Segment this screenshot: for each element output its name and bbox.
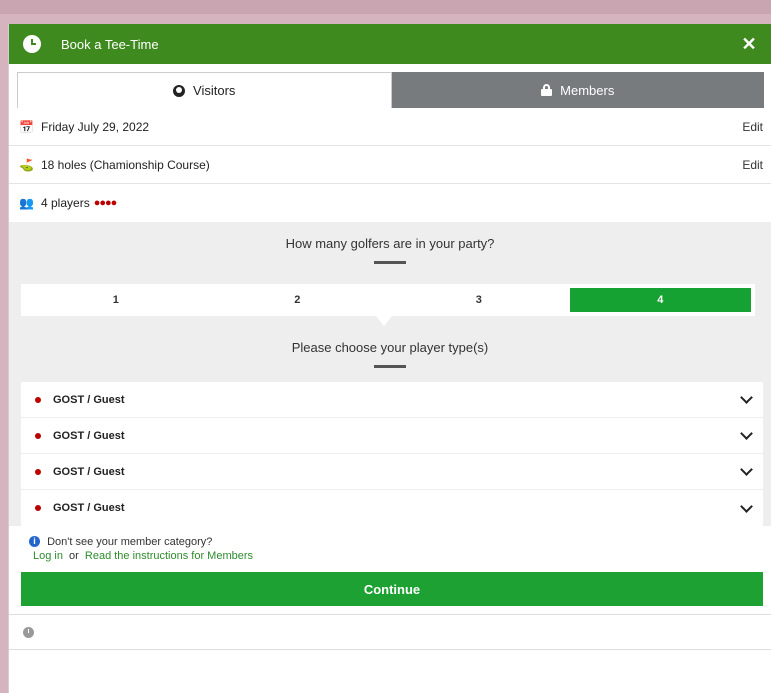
clock-icon: [23, 626, 34, 638]
tab-members-label: Members: [560, 82, 615, 98]
party-size-1[interactable]: 1: [25, 288, 207, 312]
chevron-down-icon: [740, 463, 753, 476]
calendar-icon: 📅: [19, 119, 34, 134]
player-type-value: GOST / Guest: [53, 465, 125, 478]
status-dot: [35, 468, 41, 475]
instructions-link[interactable]: Read the instructions for Members: [85, 550, 253, 562]
player-type-select-4[interactable]: GOST / Guest: [21, 490, 763, 526]
close-icon[interactable]: ✕: [739, 34, 759, 55]
booking-modal: Book a Tee-Time ✕ Visitors Members 📅 Fri…: [8, 24, 771, 693]
party-size-3[interactable]: 3: [388, 288, 570, 312]
pointer-notch: [376, 316, 392, 326]
background-strip: [0, 0, 771, 14]
party-size-4[interactable]: 4: [569, 288, 751, 312]
tab-visitors[interactable]: Visitors: [17, 72, 392, 108]
party-size-selector: 1 2 3 4: [21, 284, 755, 316]
member-help: i Don't see your member category? Log in…: [9, 526, 771, 562]
player-type-select-2[interactable]: GOST / Guest: [21, 418, 763, 454]
login-link[interactable]: Log in: [33, 550, 63, 562]
course-row: ⛳ 18 holes (Chamionship Course) Edit: [9, 146, 771, 184]
chevron-down-icon: [740, 427, 753, 440]
player-dots: ●●●●: [93, 197, 118, 209]
lock-icon: [541, 84, 553, 96]
chevron-down-icon: [740, 499, 753, 513]
booking-form: How many golfers are in your party? 1 2 …: [9, 222, 771, 526]
status-dot: [35, 505, 41, 511]
course-label: 18 holes (Chamionship Course): [41, 157, 210, 172]
user-circle-icon: [173, 84, 186, 97]
player-type-value: GOST / Guest: [53, 393, 125, 406]
party-question: How many golfers are in your party?: [285, 236, 495, 251]
tab-bar: Visitors Members: [17, 72, 764, 108]
player-type-prompt: Please choose your player type(s): [291, 340, 489, 355]
clock-icon: [23, 35, 41, 53]
player-type-select-1[interactable]: GOST / Guest: [21, 382, 763, 418]
footer-bar: [9, 614, 771, 650]
status-dot: [35, 396, 41, 403]
tab-visitors-label: Visitors: [193, 83, 236, 98]
divider: [374, 365, 406, 368]
edit-date-link[interactable]: Edit: [742, 120, 763, 134]
help-text: Don't see your member category?: [47, 536, 213, 548]
chevron-down-icon: [740, 391, 753, 404]
player-type-value: GOST / Guest: [53, 429, 125, 442]
player-type-select-3[interactable]: GOST / Guest: [21, 454, 763, 490]
players-row: 👥 4 players ●●●●: [9, 184, 771, 222]
edit-course-link[interactable]: Edit: [742, 158, 763, 172]
player-type-list: GOST / Guest GOST / Guest GOST / Guest G…: [21, 382, 763, 526]
date-row: 📅 Friday July 29, 2022 Edit: [9, 108, 771, 146]
continue-button[interactable]: Continue: [21, 572, 763, 606]
divider: [374, 261, 406, 264]
modal-header: Book a Tee-Time ✕: [9, 24, 771, 64]
date-label: Friday July 29, 2022: [41, 119, 150, 134]
tab-members[interactable]: Members: [391, 72, 764, 108]
status-dot: [35, 432, 41, 439]
info-icon: i: [29, 536, 40, 547]
golf-flag-icon: ⛳: [19, 157, 34, 172]
party-size-2[interactable]: 2: [207, 288, 389, 312]
player-type-value: GOST / Guest: [53, 502, 125, 514]
or-text: or: [69, 550, 79, 562]
modal-title: Book a Tee-Time: [61, 36, 159, 52]
players-label: 4 players: [41, 196, 90, 210]
users-icon: 👥: [19, 196, 34, 210]
